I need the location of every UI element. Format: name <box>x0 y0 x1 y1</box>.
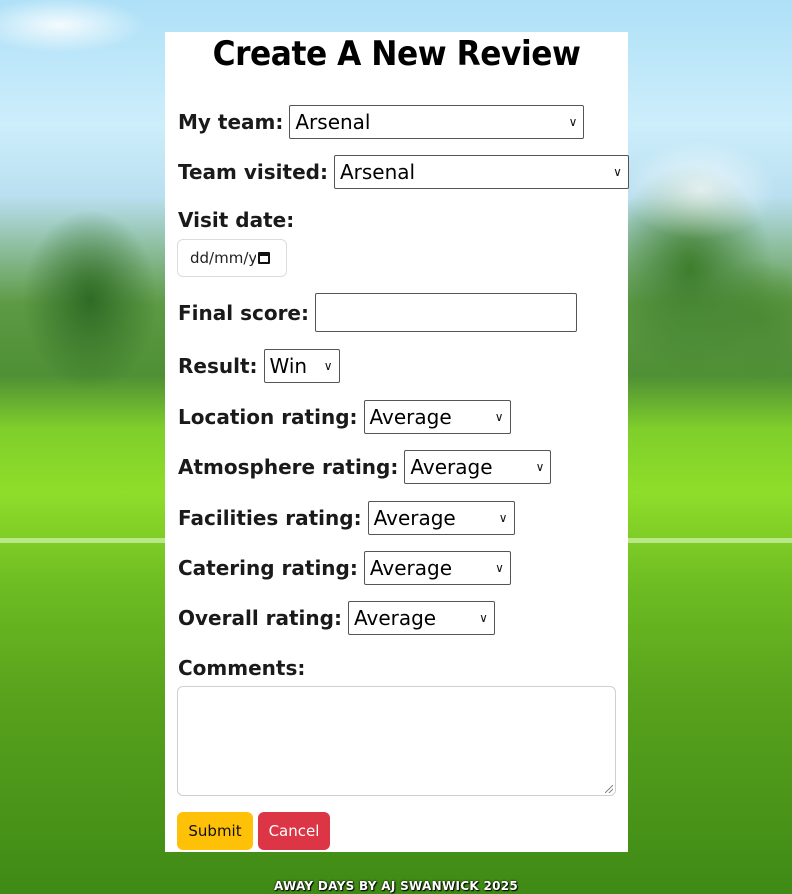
catering-rating-label: Catering rating: <box>178 556 358 580</box>
chevron-down-icon: ∨ <box>613 165 622 179</box>
atmosphere-rating-select[interactable]: Average ∨ <box>404 450 552 484</box>
cancel-button[interactable]: Cancel <box>258 812 330 850</box>
facilities-rating-value: Average <box>373 506 456 530</box>
review-form-card: Create A New Review My team: Arsenal ∨ T… <box>165 32 629 852</box>
catering-rating-select[interactable]: Average ∨ <box>363 551 511 585</box>
chevron-down-icon: ∨ <box>479 611 488 625</box>
atmosphere-rating-label: Atmosphere rating: <box>178 455 399 479</box>
atmosphere-rating-value: Average <box>410 455 493 479</box>
resize-handle-icon[interactable] <box>605 785 613 793</box>
comments-textarea[interactable] <box>177 686 616 796</box>
overall-rating-row: Overall rating: Average ∨ <box>178 601 495 635</box>
chevron-down-icon: ∨ <box>494 410 504 424</box>
result-row: Result: Win ∨ <box>178 349 340 383</box>
location-rating-select[interactable]: Average ∨ <box>363 400 511 434</box>
visit-date-input[interactable]: dd/mm/yyyy <box>177 239 287 277</box>
footer-credit: AWAY DAYS BY AJ SWANWICK 2025 <box>273 879 519 893</box>
visit-date-placeholder: dd/mm/yyyy <box>190 249 256 267</box>
my-team-value: Arsenal <box>295 110 371 134</box>
final-score-input[interactable] <box>315 293 577 332</box>
submit-button[interactable]: Submit <box>177 812 253 850</box>
my-team-select[interactable]: Arsenal ∨ <box>289 105 585 139</box>
result-value: Win <box>269 354 308 378</box>
overall-rating-value: Average <box>353 606 437 630</box>
overall-rating-select[interactable]: Average ∨ <box>347 601 495 635</box>
result-select[interactable]: Win ∨ <box>263 349 340 383</box>
my-team-label: My team: <box>178 110 284 134</box>
chevron-down-icon: ∨ <box>498 511 508 525</box>
chevron-down-icon: ∨ <box>495 561 504 575</box>
team-visited-value: Arsenal <box>339 160 416 184</box>
visit-date-label-row: Visit date: <box>178 208 300 232</box>
team-visited-select[interactable]: Arsenal ∨ <box>333 155 629 189</box>
location-rating-row: Location rating: Average ∨ <box>178 400 511 434</box>
chevron-down-icon: ∨ <box>568 115 578 129</box>
catering-rating-value: Average <box>369 556 453 580</box>
visit-date-label: Visit date: <box>178 208 295 232</box>
team-visited-label: Team visited: <box>178 160 328 184</box>
comments-label: Comments: <box>178 656 306 680</box>
catering-rating-row: Catering rating: Average ∨ <box>178 551 511 585</box>
final-score-row: Final score: <box>178 293 577 332</box>
calendar-icon[interactable] <box>258 252 270 264</box>
comments-label-row: Comments: <box>178 656 311 680</box>
final-score-label: Final score: <box>178 300 309 325</box>
page-title: Create A New Review <box>212 34 581 74</box>
chevron-down-icon: ∨ <box>323 359 333 373</box>
location-rating-value: Average <box>369 405 452 429</box>
my-team-row: My team: Arsenal ∨ <box>178 105 585 139</box>
chevron-down-icon: ∨ <box>535 460 545 474</box>
facilities-rating-select[interactable]: Average ∨ <box>367 501 515 535</box>
location-rating-label: Location rating: <box>178 405 358 429</box>
atmosphere-rating-row: Atmosphere rating: Average ∨ <box>178 450 552 484</box>
facilities-rating-row: Facilities rating: Average ∨ <box>178 501 515 535</box>
result-label: Result: <box>178 354 258 378</box>
facilities-rating-label: Facilities rating: <box>178 506 362 530</box>
team-visited-row: Team visited: Arsenal ∨ <box>178 155 629 189</box>
overall-rating-label: Overall rating: <box>178 606 342 630</box>
